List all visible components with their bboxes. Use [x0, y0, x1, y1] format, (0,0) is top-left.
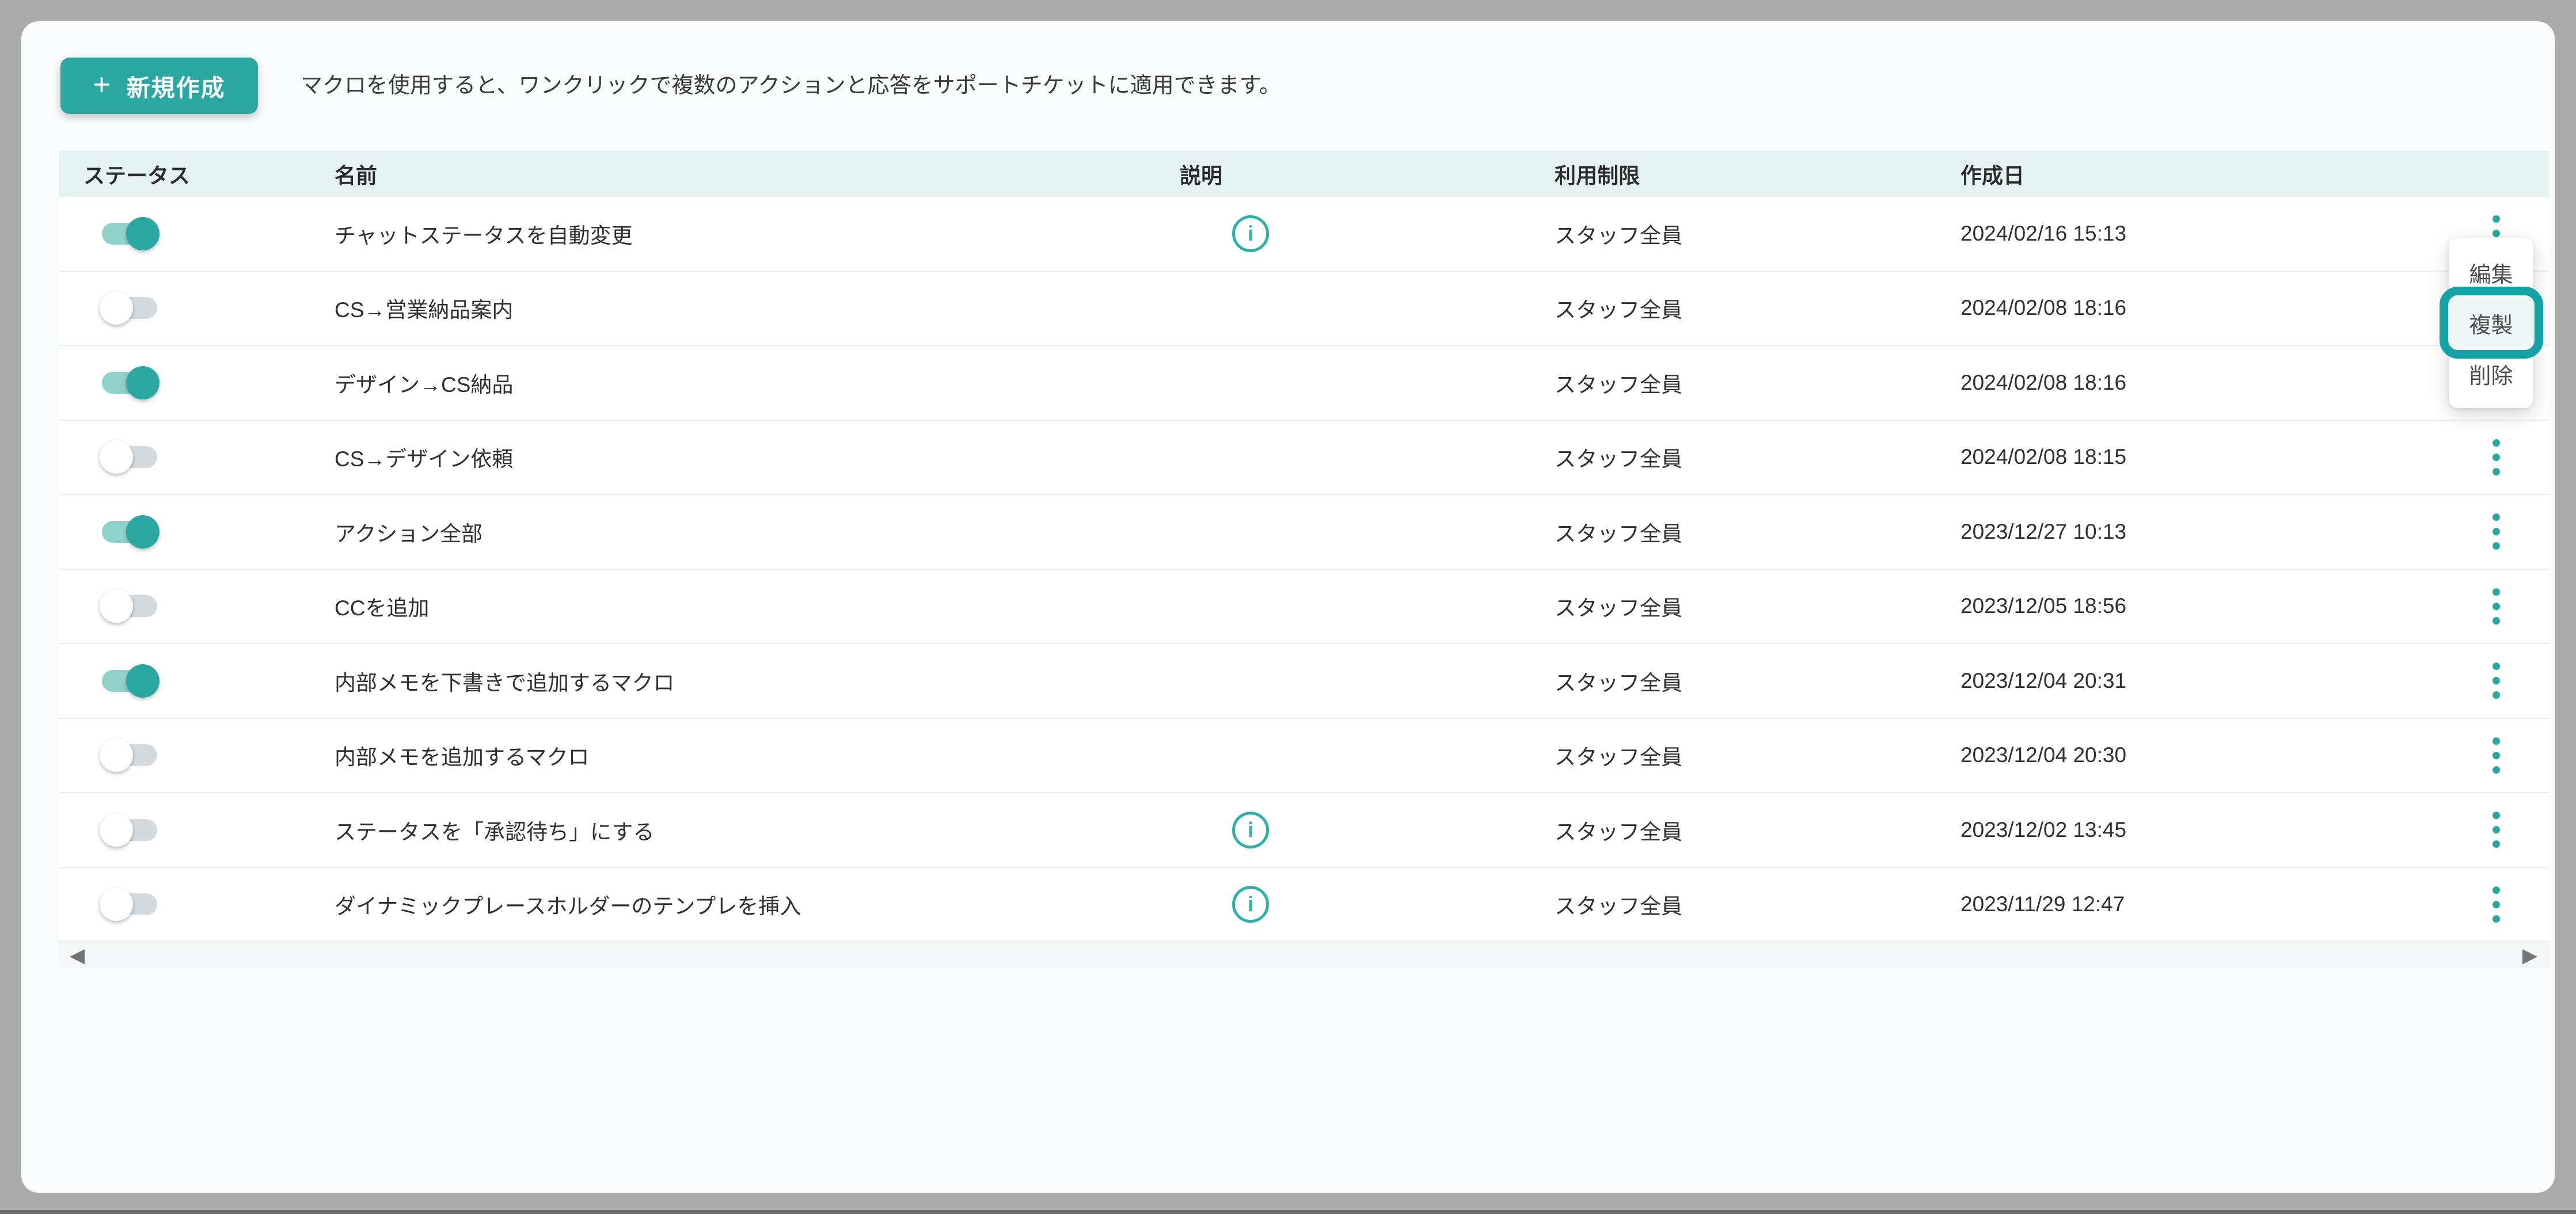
restriction-cell: スタッフ全員 [1555, 516, 1682, 547]
context-menu-item[interactable]: 編集 [2449, 247, 2533, 298]
kebab-menu-button[interactable] [2484, 884, 2507, 924]
table-header: ステータス 名前 説明 利用制限 作成日 [59, 151, 2549, 197]
scroll-left-arrow-icon[interactable]: ◀ [70, 946, 85, 965]
content-card: + 新規作成 マクロを使用すると、ワンクリックで複数のアクションと応答をサポート… [21, 21, 2555, 1193]
restriction-cell: スタッフ全員 [1555, 740, 1682, 771]
macro-name: 内部メモを追加するマクロ [335, 740, 590, 771]
created-date-cell: 2023/12/04 20:31 [1961, 669, 2126, 693]
macro-name: CCを追加 [335, 591, 429, 622]
table-row: チャットステータスを自動変更 i スタッフ全員 2024/02/16 15:13 [59, 197, 2549, 272]
toggle-knob-icon [126, 366, 159, 399]
info-icon[interactable]: i [1232, 215, 1269, 252]
kebab-menu-button[interactable] [2484, 586, 2507, 626]
status-toggle[interactable] [102, 446, 157, 468]
created-date-cell: 2024/02/08 18:16 [1961, 371, 2126, 395]
toggle-knob-icon [100, 589, 133, 623]
context-menu-item[interactable]: 複製 [2449, 298, 2533, 348]
created-date-cell: 2023/12/05 18:56 [1961, 594, 2126, 618]
macros-page: + 新規作成 マクロを使用すると、ワンクリックで複数のアクションと応答をサポート… [0, 0, 2576, 1214]
macro-name: チャットステータスを自動変更 [335, 218, 633, 249]
plus-icon: + [93, 70, 111, 100]
table-row: CS→デザイン依頼 スタッフ全員 2024/02/08 18:15 [59, 421, 2549, 496]
created-date-cell: 2023/11/29 12:47 [1961, 892, 2125, 916]
window-bottom-edge [0, 1210, 2576, 1214]
toggle-knob-icon [126, 664, 159, 698]
table-row: デザイン→CS納品 スタッフ全員 2024/02/08 18:16 [59, 346, 2549, 421]
context-menu-item[interactable]: 削除 [2449, 348, 2533, 399]
toggle-knob-icon [100, 813, 133, 847]
kebab-menu-button[interactable] [2484, 661, 2507, 701]
macro-name: 内部メモを下書きで追加するマクロ [335, 665, 675, 697]
column-header-name: 名前 [335, 158, 377, 189]
column-header-description: 説明 [1180, 158, 1222, 189]
macro-name: CS→デザイン依頼 [335, 442, 513, 473]
table-row: 内部メモを下書きで追加するマクロ スタッフ全員 2023/12/04 20:31 [59, 644, 2549, 719]
page-description: マクロを使用すると、ワンクリックで複数のアクションと応答をサポートチケットに適用… [301, 73, 1281, 98]
table-row: アクション全部 スタッフ全員 2023/12/27 10:13 [59, 495, 2549, 570]
table-body: チャットステータスを自動変更 i スタッフ全員 2024/02/16 15:13… [59, 197, 2549, 942]
macros-table: ステータス 名前 説明 利用制限 作成日 チャットステータスを自動変更 i スタ… [59, 151, 2549, 969]
created-date-cell: 2024/02/16 15:13 [1961, 222, 2126, 246]
kebab-menu-button[interactable] [2484, 437, 2507, 477]
status-toggle[interactable] [102, 223, 157, 245]
toggle-knob-icon [100, 888, 133, 921]
info-icon[interactable]: i [1232, 812, 1269, 848]
create-new-button[interactable]: + 新規作成 [60, 58, 258, 114]
macro-name: デザイン→CS納品 [335, 367, 513, 398]
kebab-menu-button[interactable] [2484, 810, 2507, 850]
table-row: CCを追加 スタッフ全員 2023/12/05 18:56 [59, 570, 2549, 645]
table-row: ダイナミックプレースホルダーのテンプレを挿入 i スタッフ全員 2023/11/… [59, 868, 2549, 943]
toggle-knob-icon [126, 515, 159, 549]
horizontal-scrollbar[interactable]: ◀ ▶ [59, 942, 2549, 969]
restriction-cell: スタッフ全員 [1555, 591, 1682, 622]
restriction-cell: スタッフ全員 [1555, 218, 1682, 249]
status-toggle[interactable] [102, 297, 157, 319]
macro-name: CS→営業納品案内 [335, 292, 513, 324]
created-date-cell: 2023/12/27 10:13 [1961, 520, 2126, 544]
status-toggle[interactable] [102, 893, 157, 915]
created-date-cell: 2024/02/08 18:15 [1961, 445, 2126, 469]
status-toggle[interactable] [102, 819, 157, 841]
restriction-cell: スタッフ全員 [1555, 292, 1682, 324]
column-header-restriction: 利用制限 [1555, 158, 1640, 189]
info-icon[interactable]: i [1232, 886, 1269, 923]
macro-name: ダイナミックプレースホルダーのテンプレを挿入 [335, 889, 801, 920]
kebab-menu-button[interactable] [2484, 512, 2507, 552]
created-date-cell: 2023/12/02 13:45 [1961, 818, 2126, 842]
created-date-cell: 2023/12/04 20:30 [1961, 743, 2126, 767]
status-toggle[interactable] [102, 670, 157, 692]
column-header-status: ステータス [83, 158, 190, 189]
restriction-cell: スタッフ全員 [1555, 442, 1682, 473]
scroll-right-arrow-icon[interactable]: ▶ [2522, 946, 2537, 965]
restriction-cell: スタッフ全員 [1555, 889, 1682, 920]
status-toggle[interactable] [102, 372, 157, 394]
status-toggle[interactable] [102, 521, 157, 543]
restriction-cell: スタッフ全員 [1555, 665, 1682, 697]
column-header-created: 作成日 [1961, 158, 2024, 189]
toggle-knob-icon [126, 217, 159, 250]
kebab-menu-button[interactable] [2484, 735, 2507, 775]
toggle-knob-icon [100, 440, 133, 474]
row-context-menu: 編集 複製 削除 [2449, 238, 2533, 408]
toggle-knob-icon [100, 291, 133, 325]
status-toggle[interactable] [102, 595, 157, 617]
restriction-cell: スタッフ全員 [1555, 815, 1682, 846]
macro-name: ステータスを「承認待ち」にする [335, 815, 654, 846]
restriction-cell: スタッフ全員 [1555, 367, 1682, 398]
toggle-knob-icon [100, 739, 133, 772]
created-date-cell: 2024/02/08 18:16 [1961, 296, 2126, 320]
table-row: 内部メモを追加するマクロ スタッフ全員 2023/12/04 20:30 [59, 719, 2549, 794]
create-new-label: 新規作成 [127, 68, 226, 103]
table-row: ステータスを「承認待ち」にする i スタッフ全員 2023/12/02 13:4… [59, 793, 2549, 868]
macro-name: アクション全部 [335, 516, 482, 547]
table-row: CS→営業納品案内 スタッフ全員 2024/02/08 18:16 [59, 272, 2549, 347]
status-toggle[interactable] [102, 744, 157, 766]
